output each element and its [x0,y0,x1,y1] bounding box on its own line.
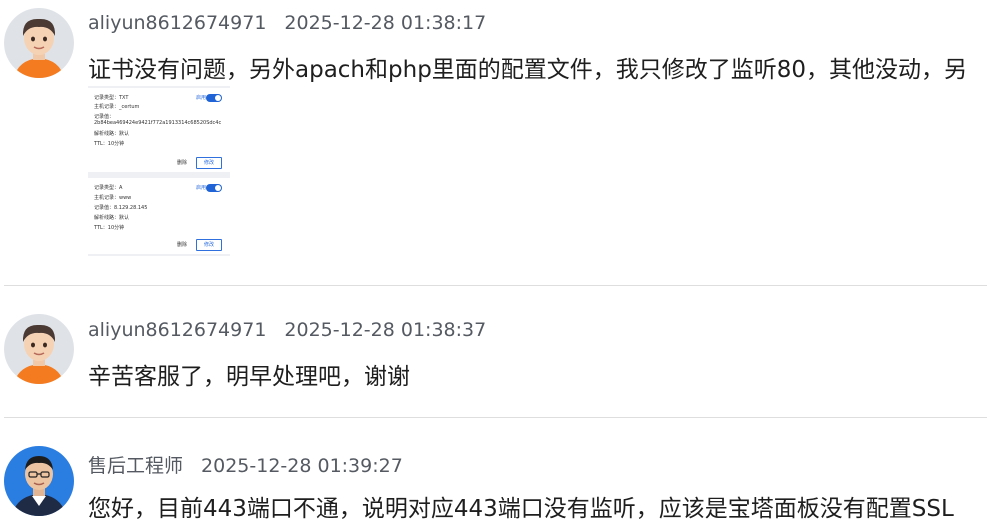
enable-toggle [206,94,222,102]
message-text: 证书没有问题，另外apach和php里面的配置文件，我只修改了监听80，其他没动… [88,57,968,83]
avatar[interactable] [4,8,74,78]
chat-message: aliyun8612674971 2025-12-28 01:38:17 证书没有… [0,0,987,280]
divider [4,285,987,286]
record-line: 解析线路：默认 [94,215,130,221]
status-label: 启用 [195,95,206,101]
engineer-avatar-icon [4,446,74,516]
message-meta: aliyun8612674971 2025-12-28 01:38:37 [88,319,486,341]
avatar[interactable] [4,446,74,516]
chat-message: 售后工程师 2025-12-28 01:39:27 您好，目前443端口不通，说明… [0,432,987,525]
status-label: 启用 [195,185,206,191]
delete-button: 删除 [176,160,187,166]
record-line: 记录类型：A [94,185,123,191]
message-meta: aliyun8612674971 2025-12-28 01:38:17 [88,12,486,34]
record-line: 记录值： [94,114,115,120]
username[interactable]: aliyun8612674971 [88,12,266,34]
edit-button: 修改 [196,239,222,251]
record-line: 主机记录：_certum [94,104,140,110]
message-text: 您好，目前443端口不通，说明对应443端口没有监听，应该是宝塔面板没有配置SS… [88,496,954,522]
timestamp: 2025-12-28 01:38:17 [284,12,487,34]
record-line: 解析线路：默认 [94,131,130,137]
avatar[interactable] [4,314,74,384]
divider [4,417,987,418]
chat-message: aliyun8612674971 2025-12-28 01:38:37 辛苦客服… [0,300,987,410]
record-line: TTL：10分钟 [94,225,125,231]
record-line: 2b84bea469424e9421f772a1913314c68520Sdc4… [94,120,222,126]
record-line: 主机记录：www [94,195,132,201]
user-avatar-icon [4,8,74,78]
timestamp: 2025-12-28 01:39:27 [201,455,403,477]
record-line: 记录值：8.129.28.145 [94,205,148,211]
enable-toggle [206,184,222,192]
timestamp: 2025-12-28 01:38:37 [284,319,487,341]
dns-record-card: 记录类型：TXT 主机记录：_certum 记录值： 2b84bea469424… [88,88,230,172]
attachment-image[interactable]: 记录类型：TXT 主机记录：_certum 记录值： 2b84bea469424… [88,86,230,256]
message-text: 辛苦客服了，明早处理吧，谢谢 [88,364,410,390]
chat-thread: aliyun8612674971 2025-12-28 01:38:17 证书没有… [0,0,987,525]
record-line: 记录类型：TXT [94,95,129,101]
username[interactable]: 售后工程师 [88,455,183,477]
dns-record-card: 记录类型：A 主机记录：www 记录值：8.129.28.145 解析线路：默认… [88,178,230,254]
message-meta: 售后工程师 2025-12-28 01:39:27 [88,451,403,478]
user-avatar-icon [4,314,74,384]
record-line: TTL：10分钟 [94,141,125,147]
edit-button: 修改 [196,157,222,169]
username[interactable]: aliyun8612674971 [88,319,266,341]
delete-button: 删除 [176,242,187,248]
